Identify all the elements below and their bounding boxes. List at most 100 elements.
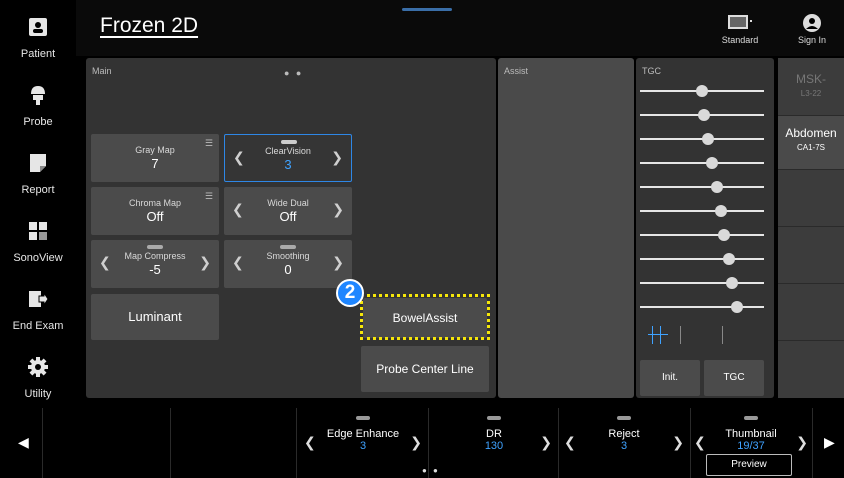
probe-abdomen-name: Abdomen <box>785 126 837 140</box>
probe-abdomen-sub: CA1-7S <box>796 143 825 152</box>
chevron-right-icon[interactable]: ❯ <box>796 434 808 451</box>
chevron-right-icon[interactable]: ❯ <box>540 434 552 451</box>
sign-in-button[interactable]: Sign In <box>790 14 834 45</box>
tgc-slider-track[interactable] <box>640 258 764 260</box>
tgc-slider-knob[interactable] <box>698 109 711 121</box>
sidebar-item-probe[interactable]: Probe <box>0 84 76 130</box>
chevron-right-icon[interactable]: ❯ <box>199 254 211 271</box>
tgc-init-button[interactable]: Init. <box>640 360 700 396</box>
smoothing-control[interactable]: ❮ Smoothing 0 ❯ <box>224 240 352 288</box>
divider <box>690 408 691 478</box>
end-exam-icon <box>29 291 49 307</box>
pill-indicator-icon <box>280 245 296 249</box>
main-panel: Main ● ● ☰ Gray Map 7 ❮ ClearVision 3 ❯ … <box>86 58 496 398</box>
gray-map-value: 7 <box>151 156 159 171</box>
probe-slot-empty[interactable] <box>778 227 844 284</box>
sidebar-label-report: Report <box>21 184 55 196</box>
pill-indicator-icon <box>617 416 631 420</box>
chevron-right-icon[interactable]: ❯ <box>672 434 684 451</box>
reject-value: 3 <box>620 440 628 452</box>
chevron-left-icon[interactable]: ❮ <box>694 434 706 451</box>
standard-button[interactable]: Standard <box>714 14 766 45</box>
tgc-slider-track[interactable] <box>640 162 764 164</box>
bottom-page-dots: ● ● <box>422 466 440 475</box>
probe-slot-empty[interactable] <box>778 170 844 227</box>
reject-label: Reject <box>608 428 640 440</box>
probe-list: MSK- L3-22 Abdomen CA1-7S <box>778 58 844 398</box>
tgc-slider-track[interactable] <box>640 306 764 308</box>
thumbnail-label: Thumbnail <box>725 428 777 440</box>
page-left-arrow-icon[interactable]: ◀ <box>18 434 29 451</box>
edge-enhance-value: 3 <box>359 440 367 452</box>
chevron-right-icon[interactable]: ❯ <box>410 434 422 451</box>
reject-control[interactable]: ❮ Reject 3 ❯ <box>560 408 688 470</box>
probe-slot-empty[interactable] <box>778 284 844 341</box>
assist-panel: Assist <box>498 58 634 398</box>
chroma-map-value: Off <box>146 209 164 224</box>
menu-icon: ☰ <box>204 191 213 201</box>
sidebar-label-sonoview: SonoView <box>13 252 63 264</box>
patient-icon <box>29 18 47 36</box>
chevron-right-icon[interactable]: ❯ <box>332 201 344 218</box>
chevron-left-icon[interactable]: ❮ <box>232 254 244 271</box>
main-page-dots: ● ● <box>284 68 304 78</box>
tgc-slider-knob[interactable] <box>702 133 715 145</box>
monitor-icon <box>728 15 752 29</box>
probe-slot-empty[interactable] <box>778 341 844 398</box>
divider <box>296 408 297 478</box>
chevron-left-icon[interactable]: ❮ <box>99 254 111 271</box>
chroma-map-control[interactable]: ☰ Chroma Map Off <box>91 187 219 235</box>
tgc-slider-knob[interactable] <box>718 229 731 241</box>
tgc-slider-track[interactable] <box>640 210 764 212</box>
tgc-button[interactable]: TGC <box>704 360 764 396</box>
tgc-slider-knob[interactable] <box>696 85 708 97</box>
sonoview-icon <box>29 222 47 240</box>
thumbnail-value: 19/37 <box>737 440 765 452</box>
chevron-left-icon[interactable]: ❮ <box>304 434 316 451</box>
sidebar-item-report[interactable]: Report <box>0 152 76 198</box>
preview-button[interactable]: Preview <box>706 454 792 476</box>
tgc-slider-track[interactable] <box>640 282 764 284</box>
tgc-slider-knob[interactable] <box>714 205 727 217</box>
dr-control[interactable]: DR 130 ❯ <box>432 408 556 470</box>
probe-msk-sub: L3-22 <box>800 89 822 98</box>
tgc-slider-knob[interactable] <box>730 301 743 313</box>
wide-dual-control[interactable]: ❮ Wide Dual Off ❯ <box>224 187 352 235</box>
gray-map-label: Gray Map <box>135 145 175 155</box>
bowel-assist-button[interactable]: BowelAssist <box>363 298 487 338</box>
tgc-panel: TGC Init. TGC <box>636 58 774 398</box>
tgc-slider-knob[interactable] <box>723 253 736 265</box>
map-compress-control[interactable]: ❮ Map Compress -5 ❯ <box>91 240 219 288</box>
chevron-right-icon[interactable]: ❯ <box>331 149 343 166</box>
dr-label: DR <box>486 428 502 440</box>
gray-map-control[interactable]: ☰ Gray Map 7 <box>91 134 219 182</box>
luminant-button[interactable]: Luminant <box>91 294 219 340</box>
sidebar-item-utility[interactable]: Utility <box>0 356 76 402</box>
sidebar-item-patient[interactable]: Patient <box>0 16 76 62</box>
tgc-slider-knob[interactable] <box>725 277 738 289</box>
probe-icon <box>31 86 45 105</box>
probe-center-line-button[interactable]: Probe Center Line <box>361 346 489 392</box>
probe-item-msk[interactable]: MSK- L3-22 <box>778 58 844 116</box>
chevron-left-icon[interactable]: ❮ <box>564 434 576 451</box>
chevron-right-icon[interactable]: ❯ <box>332 254 344 271</box>
edge-enhance-control[interactable]: ❮ Edge Enhance 3 ❯ <box>300 408 426 470</box>
pill-indicator-icon <box>147 245 163 249</box>
tgc-slider-track[interactable] <box>640 234 764 236</box>
chevron-left-icon[interactable]: ❮ <box>232 201 244 218</box>
tgc-slider-knob[interactable] <box>710 181 723 193</box>
gear-icon <box>28 357 48 377</box>
clearvision-control[interactable]: ❮ ClearVision 3 ❯ <box>224 134 352 182</box>
page-right-arrow-icon[interactable]: ▶ <box>824 434 835 451</box>
sidebar-item-sonoview[interactable]: SonoView <box>0 220 76 266</box>
menu-icon: ☰ <box>204 138 213 148</box>
chroma-map-label: Chroma Map <box>128 198 182 208</box>
chevron-left-icon[interactable]: ❮ <box>233 149 245 166</box>
sidebar-item-end-exam[interactable]: End Exam <box>0 288 76 334</box>
pill-indicator-icon <box>281 140 297 144</box>
callout-badge: 2 <box>336 279 364 307</box>
tgc-slider-track[interactable] <box>640 186 764 188</box>
tgc-slider-knob[interactable] <box>705 157 718 169</box>
edge-enhance-label: Edge Enhance <box>326 428 400 440</box>
probe-item-abdomen[interactable]: Abdomen CA1-7S <box>778 116 844 170</box>
